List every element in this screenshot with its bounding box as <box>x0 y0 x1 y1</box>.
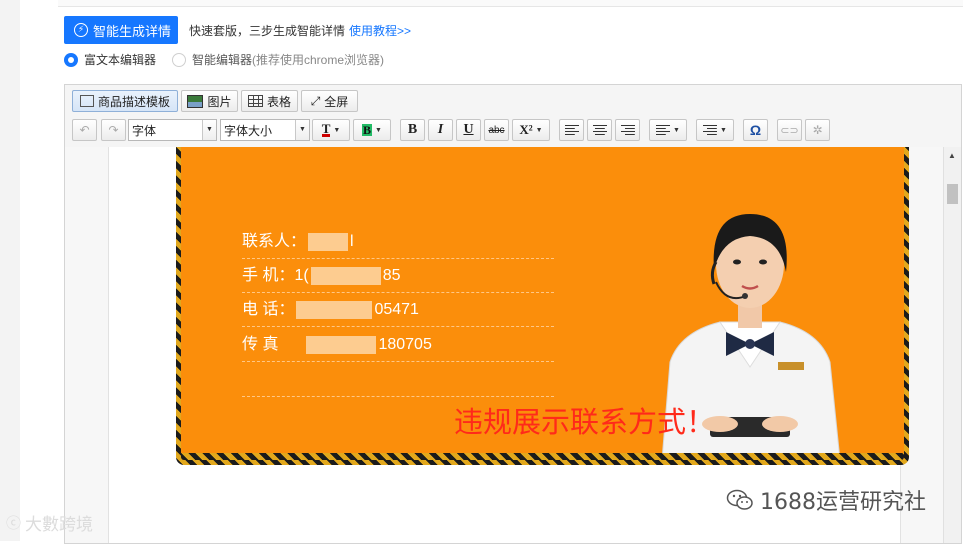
fax-label: 传 真 <box>242 336 279 353</box>
redacted-block <box>306 335 377 354</box>
scrollbar-thumb[interactable] <box>947 184 958 204</box>
contact-row-phone: 电 话： 05471 <box>242 293 554 327</box>
superscript-button[interactable]: X² ▼ <box>512 119 550 141</box>
table-button[interactable]: 表格 <box>241 90 298 112</box>
underline-button[interactable]: U <box>456 119 481 141</box>
font-size-select[interactable]: 字体大小 ▼ <box>220 119 310 141</box>
background-color-button[interactable]: B ▼ <box>353 119 391 141</box>
redacted-block <box>310 266 381 285</box>
redo-icon: ↷ <box>108 123 119 137</box>
redacted-block <box>296 300 373 319</box>
align-left-button[interactable] <box>559 119 584 141</box>
font-size-value: 字体大小 <box>224 123 273 138</box>
contact-row-empty <box>242 363 554 397</box>
hazard-stripe-bottom <box>181 453 904 460</box>
template-icon <box>79 95 94 107</box>
radio-unselected-icon <box>172 52 186 67</box>
text-color-button[interactable]: T ▼ <box>312 119 350 141</box>
image-icon <box>187 94 204 108</box>
chevron-down-icon: ▼ <box>673 126 680 134</box>
chevron-down-icon: ▼ <box>720 126 727 134</box>
watermark-logo-icon: ⓒ <box>6 515 22 532</box>
align-right-icon <box>620 124 635 136</box>
align-right-button[interactable] <box>615 119 640 141</box>
quick-template-text: 快速套版，三步生成智能详情 <box>189 24 346 38</box>
align-left-icon <box>564 124 579 136</box>
phone-label: 电 话： <box>242 301 295 318</box>
table-icon <box>247 95 263 107</box>
smart-editor-radio[interactable]: 智能编辑器(推荐使用chrome浏览器) <box>172 51 384 68</box>
top-panel-edge <box>58 0 963 7</box>
contact-person-label: 联系人： <box>242 233 307 250</box>
mobile-suffix: 85 <box>382 267 401 284</box>
text-color-icon: T <box>321 121 331 137</box>
fullscreen-button-label: 全屏 <box>324 94 349 109</box>
smart-editor-note: (推荐使用chrome浏览器) <box>252 53 385 67</box>
smart-editor-label: 智能编辑器 <box>192 53 253 67</box>
link-icon: ⊂⊃ <box>780 124 799 137</box>
image-button[interactable]: 图片 <box>181 90 238 112</box>
editor-scrollbar[interactable]: ▲ <box>943 147 961 543</box>
indent-icon <box>703 124 718 136</box>
contact-row-fax: 传 真 180705 <box>242 328 554 362</box>
watermark-left: ⓒ 大數跨境 <box>6 510 93 535</box>
violation-warning-text: 违规展示联系方式！ <box>454 405 716 439</box>
chevron-down-icon: ▼ <box>535 126 543 134</box>
fullscreen-button[interactable]: ⤢ 全屏 <box>301 90 358 112</box>
smart-generate-button[interactable]: ⚡ 智能生成详情 <box>64 16 178 44</box>
table-button-label: 表格 <box>266 94 291 109</box>
phone-suffix: 05471 <box>374 301 419 318</box>
list-button[interactable]: ▼ <box>649 119 687 141</box>
left-gutter <box>0 0 20 541</box>
redo-button[interactable]: ↷ <box>101 119 126 141</box>
chevron-down-icon: ▼ <box>333 126 341 134</box>
image-button-label: 图片 <box>207 94 232 109</box>
rich-text-editor-radio[interactable]: 富文本编辑器 <box>64 51 156 68</box>
unlink-icon: ✲ <box>812 123 823 137</box>
radio-selected-icon <box>64 52 78 67</box>
font-family-select[interactable]: 字体 ▼ <box>128 119 217 141</box>
superscript-icon: X² <box>519 122 533 137</box>
chevron-down-icon: ▼ <box>295 120 309 140</box>
scroll-up-icon[interactable]: ▲ <box>948 151 956 160</box>
fullscreen-icon: ⤢ <box>310 93 321 108</box>
smart-generate-label: 智能生成详情 <box>93 23 172 39</box>
contact-banner-image: 联系人： l 手 机：1( 85 电 话： 05471 传 真 180705 违… <box>176 147 909 465</box>
template-button[interactable]: 商品描述模板 <box>72 90 178 112</box>
redacted-block <box>308 232 349 251</box>
unlink-button[interactable]: ✲ <box>805 119 830 141</box>
align-center-icon <box>592 124 607 136</box>
tutorial-link[interactable]: 使用教程>> <box>349 22 411 39</box>
rich-text-editor-label: 富文本编辑器 <box>84 53 157 67</box>
indent-button[interactable]: ▼ <box>696 119 734 141</box>
rich-text-editor: 商品描述模板 图片 表格 ⤢ 全屏 ↶ ↷ 字体 ▼ 字体大小 ▼ T ▼ B … <box>64 84 962 544</box>
link-button[interactable]: ⊂⊃ <box>777 119 802 141</box>
contact-row-mobile: 手 机：1( 85 <box>242 259 554 293</box>
chevron-down-icon: ▼ <box>375 126 382 134</box>
mobile-label: 手 机： <box>242 267 295 284</box>
watermark-left-text: 大數跨境 <box>25 515 94 534</box>
bold-button[interactable]: B <box>400 119 425 141</box>
mobile-prefix: 1( <box>294 267 309 284</box>
undo-icon: ↶ <box>79 123 90 137</box>
lightning-icon: ⚡ <box>74 23 88 37</box>
contact-row-person: 联系人： l <box>242 225 554 259</box>
template-button-label: 商品描述模板 <box>97 94 170 109</box>
contact-person-value: l <box>350 233 354 250</box>
watermark-right-text: 1688运营研究社 <box>760 490 926 515</box>
undo-button[interactable]: ↶ <box>72 119 97 141</box>
special-char-button[interactable]: Ω <box>743 119 768 141</box>
editor-toolbar: 商品描述模板 图片 表格 ⤢ 全屏 ↶ ↷ 字体 ▼ 字体大小 ▼ T ▼ B … <box>65 85 961 148</box>
wechat-icon <box>726 489 753 510</box>
watermark-right: 1688运营研究社 <box>726 484 926 516</box>
italic-button[interactable]: I <box>428 119 453 141</box>
font-family-value: 字体 <box>132 123 157 138</box>
fax-suffix: 180705 <box>378 336 432 353</box>
bulleted-list-icon <box>656 124 671 136</box>
align-center-button[interactable] <box>587 119 612 141</box>
strikethrough-button[interactable]: abc <box>484 119 509 141</box>
background-color-icon: B <box>362 123 373 137</box>
chevron-down-icon: ▼ <box>202 120 216 140</box>
